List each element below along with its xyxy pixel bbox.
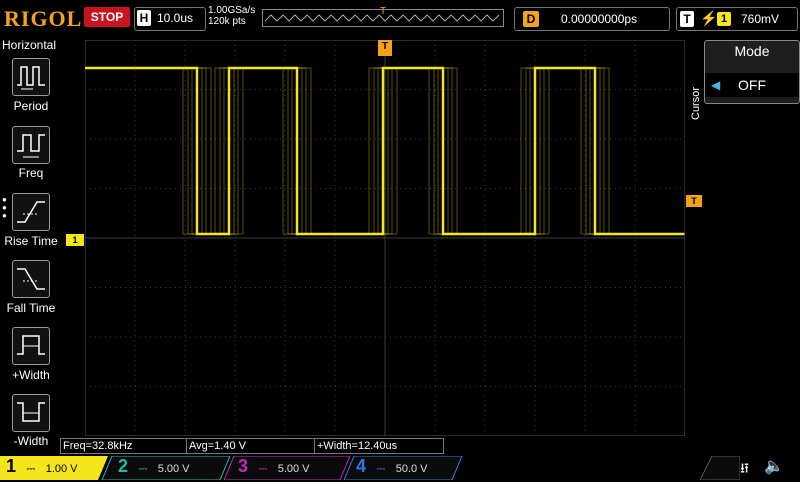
negative-width-button[interactable] [12,394,50,432]
dc-coupling-icon: ⎓ [258,463,268,475]
status-panel-background [700,456,740,480]
fall-time-button[interactable] [12,260,50,298]
freq-label: Freq [18,166,44,180]
channel-3-tab[interactable]: 3 ⎓ 5.00 V [238,456,310,478]
negative-width-icon [17,402,45,422]
positive-width-button[interactable] [12,327,50,365]
sample-info: 1.00GSa/s 120k pts [208,5,255,27]
trigger-position-marker: T [380,6,387,17]
cursor-mode-softkey[interactable]: Mode OFF ◀ [704,40,800,104]
channel-4-scale: 50.0 V [395,463,428,475]
channel-4-number: 4 [356,456,367,476]
run-stop-indicator[interactable]: STOP [84,7,130,27]
fall-time-icon [17,268,45,290]
channel-1-tab[interactable]: 1 ⎓ 1.00 V [6,456,78,478]
fall-time-label: Fall Time [6,301,56,315]
dc-coupling-icon: ⎓ [26,463,36,475]
measurement-pos-width: +Width=12.40us [314,438,444,454]
channel-1-number: 1 [6,456,17,476]
speaker-muted-icon[interactable]: 🔈 [764,456,784,476]
channel-2-scale: 5.00 V [157,463,190,475]
delay-badge: D [523,11,539,27]
positive-width-icon [17,335,45,355]
delay-value: 0.00000000ps [561,12,638,26]
channel-1-ground-marker[interactable]: 1 [66,234,84,246]
channel-2-number: 2 [118,456,129,476]
negative-width-label: -Width [13,434,49,448]
sample-rate: 1.00GSa/s [208,5,256,16]
usb-icon: ⭿ [740,460,750,476]
channel-3-scale: 5.00 V [277,463,310,475]
horizontal-timebase-box[interactable]: H 10.0us [134,7,206,31]
dc-coupling-icon: ⎓ [376,463,386,475]
channel-2-tab[interactable]: 2 ⎓ 5.00 V [118,456,190,478]
period-icon [17,66,45,90]
waveform-display[interactable] [85,40,685,436]
channel-1-scale: 1.00 V [45,463,78,475]
trigger-box[interactable]: T ⚡ 1 760mV [676,7,798,31]
period-button[interactable] [12,58,50,96]
dc-coupling-icon: ⎓ [138,463,148,475]
horizontal-badge: H [137,10,151,26]
memory-depth: 120k pts [208,16,246,27]
left-arrow-icon: ◀ [711,78,721,92]
menu-title: Horizontal [2,38,57,52]
freq-icon [17,134,45,158]
trigger-source-badge: 1 [717,12,731,26]
cursor-menu-label: Cursor [690,86,702,120]
trigger-time-marker[interactable]: T [378,40,392,56]
trigger-badge: T [680,11,694,27]
period-label: Period [13,99,49,113]
freq-button[interactable] [12,126,50,164]
timebase-value: 10.0us [157,11,194,25]
channel-4-tab[interactable]: 4 ⎓ 50.0 V [356,456,428,478]
rise-time-button[interactable] [12,193,50,231]
channel-3-number: 3 [238,456,249,476]
trigger-level-marker[interactable]: T [686,195,702,207]
delay-box[interactable]: D 0.00000000ps [514,7,670,31]
mode-title: Mode [734,43,770,59]
menu-page-dots: ● ● ● [2,195,7,220]
rigol-logo: RIGOL [4,6,83,31]
rise-time-icon [17,201,45,223]
measurement-freq: Freq=32.8kHz [60,438,188,454]
trigger-level-value: 760mV [741,12,780,26]
rising-edge-icon: ⚡ [700,10,718,26]
positive-width-label: +Width [12,368,50,382]
rise-time-label: Rise Time [4,234,58,248]
measurement-avg: Avg=1.40 V [186,438,316,454]
